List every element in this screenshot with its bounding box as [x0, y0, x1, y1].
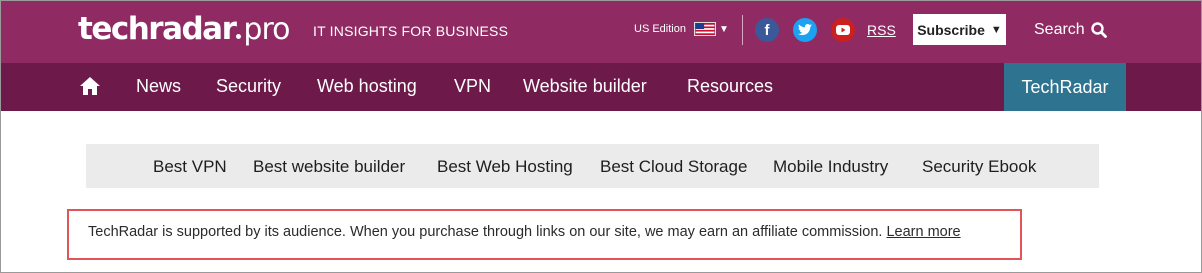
youtube-icon[interactable]	[831, 18, 855, 42]
techradar-tab[interactable]: TechRadar	[1004, 63, 1126, 111]
nav-item-website-builder[interactable]: Website builder	[523, 76, 647, 97]
us-flag-icon	[693, 22, 716, 36]
nav-item-resources[interactable]: Resources	[687, 76, 773, 97]
site-logo[interactable]: techradar pro	[78, 11, 290, 51]
affiliate-disclosure: TechRadar is supported by its audience. …	[88, 224, 887, 240]
search-icon	[1091, 22, 1107, 38]
nav-item-security[interactable]: Security	[216, 76, 281, 97]
subnav-item-mobile-industry[interactable]: Mobile Industry	[773, 157, 888, 177]
nav-item-news[interactable]: News	[136, 76, 181, 97]
subscribe-label: Subscribe	[917, 21, 985, 38]
edition-caret-icon: ▼	[718, 23, 729, 35]
subnav-item-best-vpn[interactable]: Best VPN	[153, 157, 227, 177]
search-label: Search	[1034, 21, 1085, 38]
top-bar: techradar pro IT INSIGHTS FOR BUSINESS US…	[1, 1, 1201, 63]
twitter-icon[interactable]	[793, 18, 817, 42]
logo-pro: pro	[243, 12, 290, 47]
facebook-icon[interactable]: f	[755, 18, 779, 42]
subscribe-button[interactable]: Subscribe ▼	[913, 14, 1006, 45]
logo-dot	[236, 34, 242, 39]
nav-item-web-hosting[interactable]: Web hosting	[317, 76, 417, 97]
rss-link[interactable]: RSS	[867, 22, 896, 38]
subnav-item-security-ebook[interactable]: Security Ebook	[922, 157, 1036, 177]
subnav-item-best-web-hosting[interactable]: Best Web Hosting	[437, 157, 573, 177]
search-button[interactable]: Search	[1034, 21, 1107, 39]
chevron-down-icon: ▼	[990, 23, 1002, 36]
edition-label: US Edition	[634, 23, 686, 35]
home-icon[interactable]	[79, 76, 101, 96]
learn-more-link[interactable]: Learn more	[886, 224, 960, 240]
tagline: IT INSIGHTS FOR BUSINESS	[313, 23, 509, 39]
sub-nav: Best VPN Best website builder Best Web H…	[86, 144, 1099, 188]
main-nav: News Security Web hosting VPN Website bu…	[1, 63, 1201, 111]
subnav-item-best-website-builder[interactable]: Best website builder	[253, 157, 405, 177]
subnav-item-best-cloud-storage[interactable]: Best Cloud Storage	[600, 157, 747, 177]
nav-item-vpn[interactable]: VPN	[454, 76, 491, 97]
divider	[742, 15, 743, 45]
affiliate-notice: TechRadar is supported by its audience. …	[67, 209, 1022, 260]
affiliate-notice-text: TechRadar is supported by its audience. …	[88, 224, 961, 240]
edition-selector[interactable]: US Edition ▼	[634, 22, 729, 36]
logo-tech: techradar	[78, 11, 237, 47]
